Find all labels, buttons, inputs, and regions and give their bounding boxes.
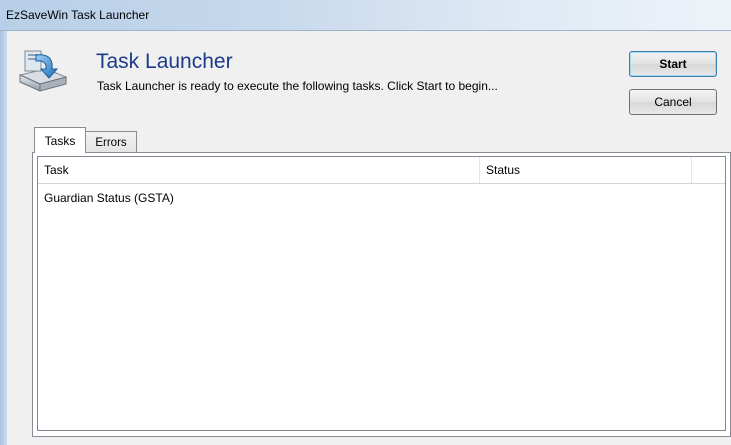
task-launcher-window: EzSaveWin Task Launcher Task Launcher Ta…: [0, 0, 731, 445]
title-bar[interactable]: EzSaveWin Task Launcher: [0, 0, 731, 31]
window-title: EzSaveWin Task Launcher: [6, 8, 150, 22]
description-text: Task Launcher is ready to execute the fo…: [97, 79, 498, 93]
task-list[interactable]: Task Status Guardian Status (GSTA): [37, 156, 726, 431]
dialog-content: Task Launcher Task Launcher is ready to …: [8, 31, 731, 445]
window-frame-left: [0, 31, 7, 445]
tab-tasks[interactable]: Tasks: [34, 127, 86, 153]
cancel-button[interactable]: Cancel: [629, 89, 717, 115]
tasks-tab-panel: Task Status Guardian Status (GSTA): [32, 152, 731, 437]
start-button[interactable]: Start: [629, 51, 717, 77]
list-header: Task Status: [38, 157, 725, 184]
column-header-task[interactable]: Task: [38, 157, 480, 183]
drive-download-icon: [18, 50, 68, 92]
column-header-filler: [692, 157, 725, 183]
tab-errors[interactable]: Errors: [85, 131, 137, 153]
page-title: Task Launcher: [96, 50, 233, 73]
table-row[interactable]: Guardian Status (GSTA): [38, 187, 725, 209]
task-name-cell: Guardian Status (GSTA): [44, 191, 174, 205]
column-header-status[interactable]: Status: [480, 157, 692, 183]
